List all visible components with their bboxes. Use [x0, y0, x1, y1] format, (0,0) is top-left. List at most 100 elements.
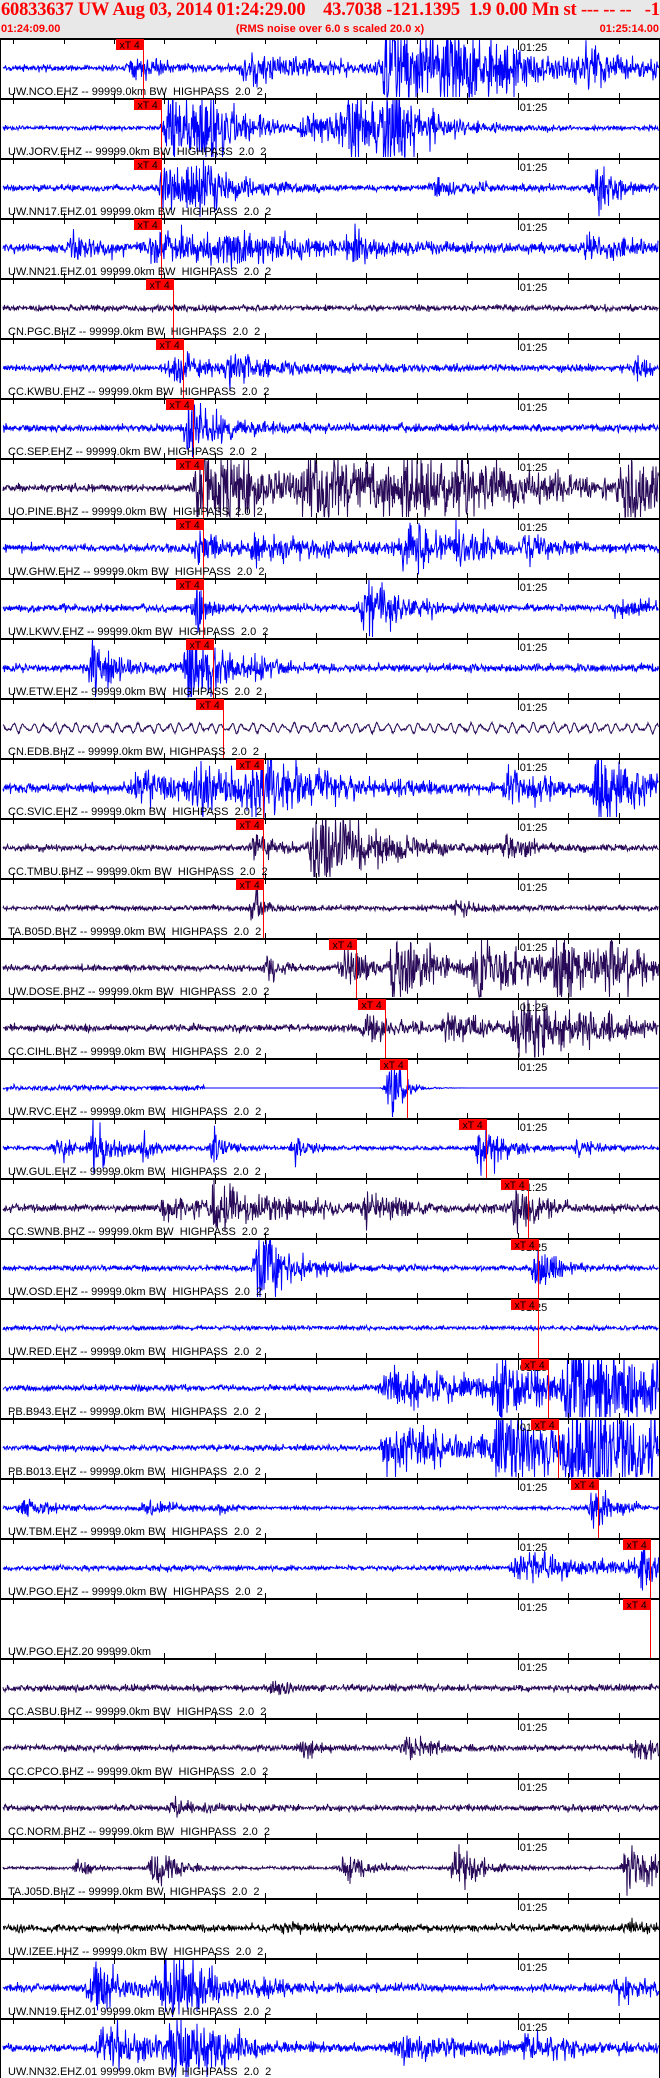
station-label: UW.ETW.EHZ -- 99999.0km BW HIGHPASS 2.0 … — [8, 686, 262, 698]
minute-tick-label: 01:25 — [520, 822, 548, 834]
minute-tick-label: 01:25 — [520, 882, 548, 894]
minute-tick-label: 01:25 — [520, 1842, 548, 1854]
waveform-trace — [2, 1795, 659, 1818]
station-label: UW.OSD.EHZ -- 99999.0km BW HIGHPASS 2.0 … — [8, 1286, 262, 1298]
minute-tick-label: 01:25 — [520, 642, 548, 654]
station-label: PB.B013.EHZ -- 99999.0km BW HIGHPASS 2.0… — [8, 1466, 261, 1478]
time-axis-line — [0, 278, 660, 280]
pick-label: xT 4 — [535, 1420, 555, 1432]
station-label: CC.KWBU.EHZ -- 99999.0km BW HIGHPASS 2.0… — [8, 386, 269, 398]
minute-tick-label: 01:25 — [520, 1002, 548, 1014]
station-label: CC.NORM.BHZ -- 99999.0km BW HIGHPASS 2.0… — [8, 1826, 270, 1838]
pick-label: xT 4 — [515, 1240, 535, 1252]
minute-tick-label: 01:25 — [520, 222, 548, 234]
pick-label: xT 4 — [138, 160, 158, 172]
station-label: UW.NN17.EHZ.01 99999.0km BW HIGHPASS 2.0… — [8, 206, 271, 218]
time-axis-line — [0, 1418, 660, 1420]
station-label: TA.J05D.BHZ -- 99999.0km BW HIGHPASS 2.0… — [8, 1886, 259, 1898]
time-axis-line — [0, 98, 660, 100]
minute-tick-label: 01:25 — [520, 1962, 548, 1974]
time-axis-line — [0, 758, 660, 760]
pick-label: xT 4 — [575, 1480, 595, 1492]
pick-label: xT 4 — [200, 700, 220, 712]
station-label: UW.PGO.EHZ.20 99999.0km — [8, 1646, 151, 1658]
minute-tick-label: 01:25 — [520, 1062, 548, 1074]
station-label: CC.SEP.EHZ -- 99999.0km BW HIGHPASS 2.0 … — [8, 446, 257, 458]
pick-label: xT 4 — [120, 40, 140, 52]
pick-label: xT 4 — [180, 460, 200, 472]
time-axis-line — [0, 1598, 660, 1600]
pick-label: xT 4 — [180, 580, 200, 592]
pick-label: xT 4 — [180, 520, 200, 532]
station-label: CC.SVIC.EHZ -- 99999.0km BW HIGHPASS 2.0… — [8, 806, 262, 818]
minute-tick-label: 01:25 — [520, 1482, 548, 1494]
station-label: CC.CIHL.BHZ -- 99999.0km BW HIGHPASS 2.0… — [8, 1046, 261, 1058]
minute-tick-label: 01:25 — [520, 2022, 548, 2034]
waveform-trace — [2, 1323, 659, 1333]
station-label: UW.GUL.EHZ -- 99999.0km BW HIGHPASS 2.0 … — [8, 1166, 261, 1178]
event-header: 60833637 UW Aug 03, 2014 01:24:29.00 43.… — [0, 0, 660, 38]
station-label: UW.NN32.EHZ.01 99999.0km BW HIGHPASS 2.0… — [8, 2066, 271, 2078]
time-axis-line — [0, 338, 660, 340]
seismogram-plot: 01:25 xT 4 UW.NCO.EHZ -- 99999.0km BW HIGH… — [0, 38, 660, 2078]
station-label: UW.DOSE.BHZ -- 99999.0km BW HIGHPASS 2.0… — [8, 986, 269, 998]
station-label: UW.LKWV.EHZ -- 99999.0km BW HIGHPASS 2.0… — [8, 626, 268, 638]
pick-label: xT 4 — [240, 880, 260, 892]
station-label: UW.TBM.EHZ -- 99999.0km BW HIGHPASS 2.0 … — [8, 1526, 261, 1538]
minute-tick-label: 01:25 — [520, 102, 548, 114]
minute-tick-label: 01:25 — [520, 1542, 548, 1554]
station-label: CC.TMBU.BHZ -- 99999.0km BW HIGHPASS 2.0… — [8, 866, 268, 878]
time-axis-line — [0, 998, 660, 1000]
pick-label: xT 4 — [240, 820, 260, 832]
station-label: UW.NCO.EHZ -- 99999.0km BW HIGHPASS 2.0 … — [8, 86, 263, 98]
time-axis-line — [0, 1898, 660, 1900]
minute-tick-label: 01:25 — [520, 162, 548, 174]
end-time: 01:25:14.00 — [599, 23, 659, 35]
station-label: UW.IZEE.HHZ -- 99999.0km BW HIGHPASS 2.0… — [8, 1946, 263, 1958]
time-axis-line — [0, 1178, 660, 1180]
pick-label: xT 4 — [525, 1360, 545, 1372]
waveform-trace — [2, 1489, 659, 1529]
time-axis-line — [0, 1838, 660, 1840]
station-label: CN.EDB.BHZ -- 99999.0km BW HIGHPASS 2.0 … — [8, 746, 259, 758]
minute-tick-label: 01:25 — [520, 402, 548, 414]
pick-label: xT 4 — [160, 340, 180, 352]
pick-label: xT 4 — [627, 1600, 647, 1612]
waveform-trace — [2, 720, 659, 736]
time-axis-line — [0, 398, 660, 400]
start-time: 01:24:09.00 — [1, 23, 61, 35]
pick-label: xT 4 — [138, 100, 158, 112]
time-axis-line — [0, 1958, 660, 1960]
time-axis-line — [0, 1118, 660, 1120]
station-label: CC.SWNB.BHZ -- 99999.0km BW HIGHPASS 2.0… — [8, 1226, 269, 1238]
minute-tick-label: 01:25 — [520, 1782, 548, 1794]
pick-label: xT 4 — [362, 1000, 382, 1012]
pick-label: xT 4 — [190, 640, 210, 652]
minute-tick-label: 01:25 — [520, 1722, 548, 1734]
minute-tick-label: 01:25 — [520, 942, 548, 954]
time-axis-line — [0, 2018, 660, 2020]
minute-tick-label: 01:25 — [520, 1902, 548, 1914]
station-label: UW.GHW.EHZ -- 99999.0km BW HIGHPASS 2.0 … — [8, 566, 265, 578]
time-axis-line — [0, 218, 660, 220]
pick-label: xT 4 — [384, 1060, 404, 1072]
pick-label: xT 4 — [515, 1300, 535, 1312]
time-axis-line — [0, 1478, 660, 1480]
minute-tick-label: 01:25 — [520, 702, 548, 714]
pick-label: xT 4 — [505, 1180, 525, 1192]
station-label: UW.RED.EHZ -- 99999.0km BW HIGHPASS 2.0 … — [8, 1346, 261, 1358]
waveform-trace — [2, 1544, 659, 1591]
minute-tick-label: 01:25 — [520, 582, 548, 594]
time-axis-line — [0, 1538, 660, 1540]
waveform-trace — [2, 1680, 659, 1696]
time-axis-line — [0, 158, 660, 160]
station-label: UW.RVC.EHZ -- 99999.0km BW HIGHPASS 2.0 … — [8, 1106, 261, 1118]
scaling-note: (RMS noise over 6.0 s scaled 20.0 x) — [235, 23, 425, 35]
station-label: UW.PGO.EHZ -- 99999.0km BW HIGHPASS 2.0 … — [8, 1586, 263, 1598]
pick-label: xT 4 — [463, 1120, 483, 1132]
waveform-trace — [3, 1917, 659, 1935]
time-axis-line — [0, 1658, 660, 1660]
time-axis-line — [0, 698, 660, 700]
minute-tick-label: 01:25 — [520, 1602, 548, 1614]
time-axis-line — [0, 1058, 660, 1060]
